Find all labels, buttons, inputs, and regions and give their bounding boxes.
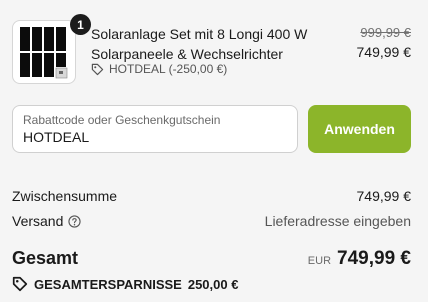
solar-panel-icon: [16, 24, 72, 80]
total-savings: GESAMTERSPARNISSE 250,00 €: [12, 276, 238, 292]
total-currency: EUR: [307, 255, 332, 267]
quantity-badge: 1: [70, 14, 91, 35]
help-circle-icon[interactable]: [68, 214, 82, 228]
product-thumbnail: [12, 20, 76, 84]
tag-icon: [12, 276, 28, 292]
subtotal-value: 749,99 €: [356, 188, 412, 204]
original-price: 999,99 €: [360, 25, 411, 40]
discount-code-label: HOTDEAL (-250,00 €): [109, 62, 228, 76]
product-discount: HOTDEAL (-250,00 €): [91, 62, 227, 76]
discount-code-field[interactable]: Rabattcode oder Geschenkgutschein HOTDEA…: [12, 105, 298, 153]
total-amount-group: EUR 749,99 €: [308, 248, 411, 270]
current-price: 749,99 €: [356, 44, 412, 60]
tag-icon: [91, 63, 104, 75]
discount-code-field-label: Rabattcode oder Geschenkgutschein: [23, 113, 221, 127]
total-amount: 749,99 €: [337, 248, 411, 269]
shipping-value: Lieferadresse eingeben: [264, 213, 411, 229]
shipping-label: Versand: [12, 213, 64, 229]
apply-discount-button[interactable]: Anwenden: [308, 105, 411, 153]
shipping-row: Versand Lieferadresse eingeben: [12, 213, 411, 229]
cart-line-item: 1 Solaranlage Set mit 8 Longi 400 W Sola…: [12, 14, 416, 86]
discount-code-input-value[interactable]: HOTDEAL: [23, 129, 89, 145]
subtotal-label: Zwischensumme: [12, 188, 118, 204]
savings-value: 250,00 €: [187, 276, 239, 292]
savings-label: GESAMTERSPARNISSE: [34, 276, 182, 292]
total-label: Gesamt: [12, 248, 79, 268]
subtotal-row: Zwischensumme 749,99 €: [12, 188, 411, 204]
product-title: Solaranlage Set mit 8 Longi 400 W Solarp…: [91, 26, 308, 62]
